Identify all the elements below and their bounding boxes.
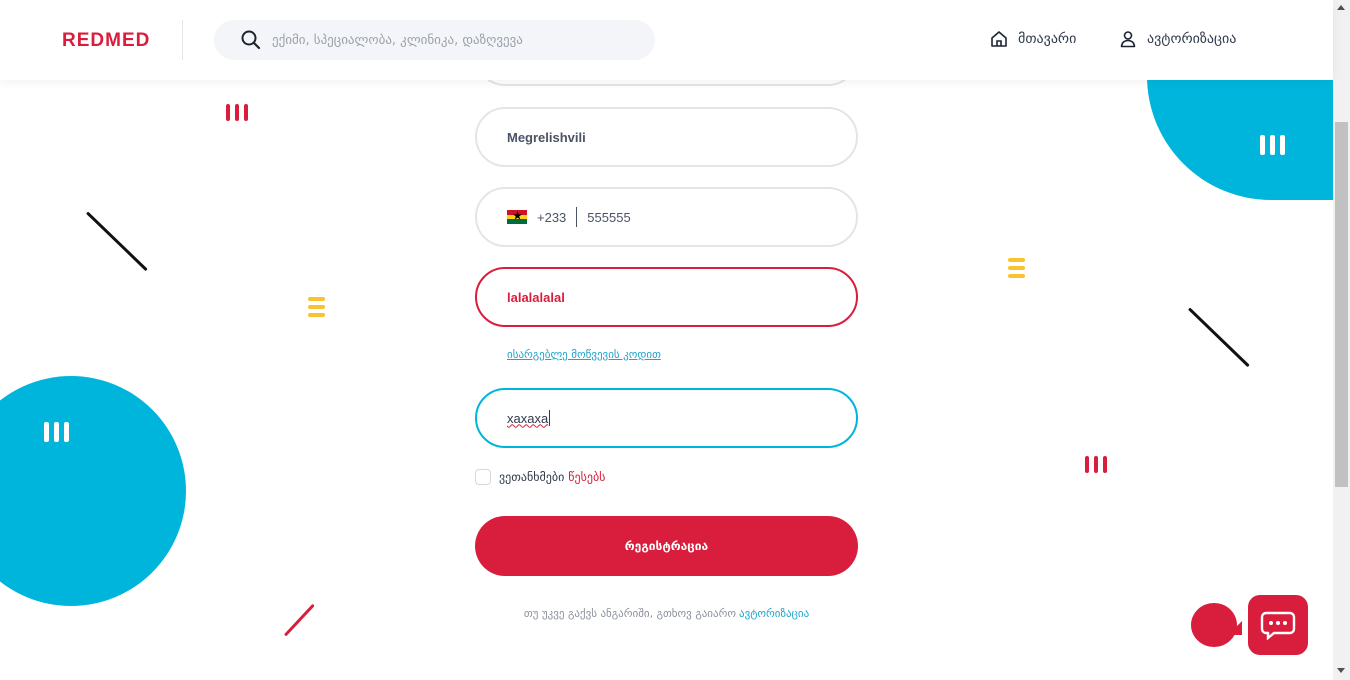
- phone-number-value: 555555: [587, 209, 631, 225]
- decor-black-line: [85, 211, 148, 272]
- login-link[interactable]: ავტორიზაცია: [739, 607, 809, 620]
- decor-white-bars-right: [1260, 135, 1285, 155]
- terms-row: ვეთანხმები წესებს: [475, 469, 605, 485]
- search-icon[interactable]: [240, 29, 262, 51]
- invite-code-link[interactable]: ისარგებლე მოწვევის კოდით: [507, 348, 661, 361]
- invite-code-value: xaxaxa: [507, 410, 549, 426]
- decor-white-bars-left: [44, 422, 69, 442]
- nav-auth[interactable]: ავტორიზაცია: [1119, 30, 1236, 48]
- search-bar[interactable]: [214, 20, 655, 60]
- error-field[interactable]: lalalalalal: [475, 267, 858, 327]
- register-button[interactable]: რეგისტრაცია: [475, 516, 858, 576]
- invite-code-field[interactable]: xaxaxa: [475, 388, 858, 448]
- header-divider: [182, 20, 183, 60]
- terms-label: ვეთანხმები: [499, 470, 565, 484]
- decor-black-line-right: [1187, 307, 1250, 368]
- chat-icon: [1260, 611, 1296, 640]
- phone-field[interactable]: ★ +233 555555: [475, 187, 858, 247]
- nav-home[interactable]: მთავარი: [990, 30, 1076, 48]
- nav-home-label: მთავარი: [1018, 31, 1077, 47]
- terms-checkbox[interactable]: [475, 469, 491, 485]
- scroll-down-arrow[interactable]: [1337, 668, 1345, 673]
- user-icon: [1120, 31, 1136, 48]
- scroll-up-arrow[interactable]: [1337, 5, 1345, 10]
- error-field-value: lalalalalal: [507, 289, 565, 305]
- search-input[interactable]: [272, 32, 652, 48]
- decor-red-bars: [226, 104, 248, 121]
- last-name-field[interactable]: Megrelishvili: [475, 107, 858, 167]
- decor-yellow-bars: [308, 297, 325, 317]
- home-icon: [991, 31, 1007, 47]
- decor-red-bars-right: [1085, 456, 1107, 473]
- scrollbar-thumb[interactable]: [1335, 122, 1348, 487]
- chat-bubble-tail: [1228, 621, 1242, 635]
- phone-separator: [576, 207, 578, 227]
- chat-button[interactable]: [1248, 595, 1308, 655]
- decor-yellow-bars-right: [1008, 258, 1025, 278]
- nav-auth-label: ავტორიზაცია: [1147, 31, 1237, 47]
- last-name-value: Megrelishvili: [507, 129, 586, 145]
- page-scrollbar[interactable]: [1333, 0, 1350, 680]
- decor-blue-circle-left: [0, 376, 186, 606]
- text-cursor: [549, 410, 551, 426]
- decor-red-line: [283, 603, 315, 637]
- ghana-flag-icon[interactable]: ★: [507, 210, 527, 225]
- terms-link[interactable]: წესებს: [568, 470, 605, 484]
- login-note: თუ უკვე გაქვს ანგარიში, გთხოვ გაიარო ავტო…: [475, 607, 858, 620]
- logo[interactable]: REDMED: [62, 30, 150, 52]
- site-header: REDMED მთავარი ავტორიზაცია: [0, 0, 1333, 80]
- phone-country-code[interactable]: +233: [537, 210, 566, 225]
- login-note-text: თუ უკვე გაქვს ანგარიში, გთხოვ გაიარო: [523, 607, 736, 620]
